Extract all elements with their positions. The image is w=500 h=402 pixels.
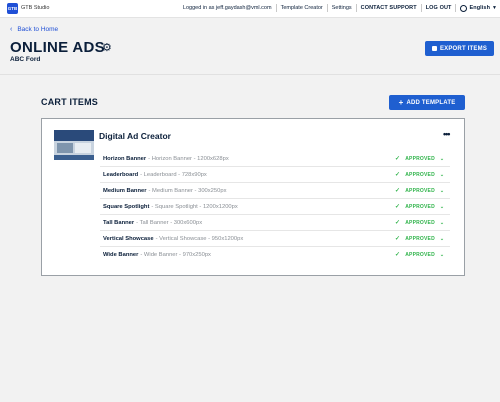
globe-icon — [460, 4, 468, 12]
back-to-home-link[interactable]: ‹ Back to Home — [10, 26, 58, 33]
gear-icon[interactable]: ⚙ — [102, 41, 112, 54]
item-name: Tall Banner — [103, 219, 135, 226]
chevron-down-icon: ⌄ — [439, 187, 445, 194]
cart-item-card: Digital Ad Creator ••• Horizon Banner - H… — [41, 118, 465, 276]
status-label: APPROVED — [405, 155, 435, 162]
check-icon: ✓ — [395, 204, 401, 210]
item-name: Medium Banner — [103, 187, 147, 194]
add-template-label: ADD TEMPLATE — [406, 99, 456, 106]
status-dropdown[interactable]: ✓ APPROVED ⌄ — [395, 155, 445, 163]
header-divider — [0, 74, 500, 75]
export-items-button[interactable]: EXPORT ITEMS — [425, 41, 494, 56]
nav-divider — [455, 4, 457, 12]
list-item: Leaderboard - Leaderboard - 728x90px ✓ APPR… — [100, 167, 450, 183]
back-label: Back to Home — [17, 26, 59, 33]
chevron-down-icon: ⌄ — [439, 219, 445, 226]
check-icon: ✓ — [395, 252, 401, 258]
template-thumbnail — [54, 130, 94, 160]
item-name: Wide Banner — [103, 251, 139, 258]
item-description: - Square Spotlight - 1200x1200px — [151, 203, 238, 210]
status-label: APPROVED — [405, 219, 435, 226]
item-description: - Leaderboard - 728x90px — [140, 171, 207, 178]
check-icon: ✓ — [395, 156, 401, 162]
list-item: Medium Banner - Medium Banner - 300x250px… — [100, 183, 450, 199]
cart-items-list: Horizon Banner - Horizon Banner - 1200x62… — [100, 151, 450, 262]
chevron-down-icon: ⌄ — [439, 155, 445, 162]
check-icon: ✓ — [395, 172, 401, 178]
list-item: Wide Banner - Wide Banner - 970x250px ✓ APP… — [100, 247, 450, 262]
list-item: Tall Banner - Tall Banner - 300x600px ✓ APP… — [100, 215, 450, 231]
item-description: - Wide Banner - 970x250px — [140, 251, 211, 258]
status-dropdown[interactable]: ✓ APPROVED ⌄ — [395, 251, 445, 259]
chevron-down-icon: ⌄ — [439, 251, 445, 258]
status-label: APPROVED — [405, 235, 435, 242]
item-description: - Horizon Banner - 1200x628px — [148, 155, 229, 162]
item-name: Vertical Showcase — [103, 235, 154, 242]
status-label: APPROVED — [405, 251, 435, 258]
status-dropdown[interactable]: ✓ APPROVED ⌄ — [395, 203, 445, 211]
brand-name: GTB Studio — [21, 5, 50, 11]
chevron-down-icon: ⌄ — [439, 235, 445, 242]
app-logo[interactable]: GTB — [7, 3, 18, 14]
status-dropdown[interactable]: ✓ APPROVED ⌄ — [395, 235, 445, 243]
language-label: English — [469, 5, 491, 11]
card-title: Digital Ad Creator — [99, 131, 171, 141]
nav-divider — [355, 4, 357, 12]
nav-divider — [275, 4, 277, 12]
item-name: Square Spotlight — [103, 203, 150, 210]
item-name: Horizon Banner — [103, 155, 147, 162]
export-label: EXPORT ITEMS — [439, 45, 488, 52]
chevron-down-icon: ⌄ — [439, 171, 445, 178]
logo-text: GTB — [7, 6, 18, 11]
template-creator-link[interactable]: Template Creator — [281, 5, 323, 11]
nav-divider — [326, 4, 328, 12]
item-description: - Tall Banner - 300x600px — [136, 219, 203, 226]
item-description: - Vertical Showcase - 950x1200px — [155, 235, 244, 242]
plus-icon: + — [398, 97, 404, 107]
check-icon: ✓ — [395, 220, 401, 226]
logged-in-text: Logged in as jeff.gaydash@vml.com — [182, 5, 272, 11]
more-horizontal-icon[interactable]: ••• — [443, 129, 451, 139]
page-subtitle: ABC Ford — [10, 56, 41, 63]
status-label: APPROVED — [405, 203, 435, 210]
check-icon: ✓ — [395, 236, 401, 242]
list-item: Square Spotlight - Square Spotlight - 120… — [100, 199, 450, 215]
status-dropdown[interactable]: ✓ APPROVED ⌄ — [395, 171, 445, 179]
list-item: Vertical Showcase - Vertical Showcase - 9… — [100, 231, 450, 247]
status-label: APPROVED — [405, 171, 435, 178]
page-title: ONLINE ADS — [10, 39, 105, 56]
settings-link[interactable]: Settings — [332, 5, 352, 11]
chevron-down-icon: ▼ — [492, 5, 497, 11]
chevron-left-icon: ‹ — [10, 26, 13, 33]
status-dropdown[interactable]: ✓ APPROVED ⌄ — [395, 219, 445, 227]
status-label: APPROVED — [405, 187, 435, 194]
add-template-button[interactable]: + ADD TEMPLATE — [389, 95, 465, 110]
item-name: Leaderboard — [103, 171, 139, 178]
log-out-link[interactable]: LOG OUT — [426, 5, 452, 11]
item-description: - Medium Banner - 300x250px — [148, 187, 227, 194]
top-bar: GTB GTB Studio Logged in as jeff.gaydash… — [0, 0, 500, 18]
check-icon: ✓ — [395, 188, 401, 194]
list-item: Horizon Banner - Horizon Banner - 1200x62… — [100, 151, 450, 167]
top-nav: Logged in as jeff.gaydash@vml.com Templa… — [183, 4, 497, 12]
contact-support-link[interactable]: CONTACT SUPPORT — [361, 5, 417, 11]
chevron-down-icon: ⌄ — [439, 203, 445, 210]
status-dropdown[interactable]: ✓ APPROVED ⌄ — [395, 187, 445, 195]
export-icon — [431, 46, 437, 51]
cart-title: CART ITEMS — [41, 97, 98, 107]
nav-divider — [420, 4, 422, 12]
language-selector[interactable]: English ▼ — [460, 4, 497, 12]
